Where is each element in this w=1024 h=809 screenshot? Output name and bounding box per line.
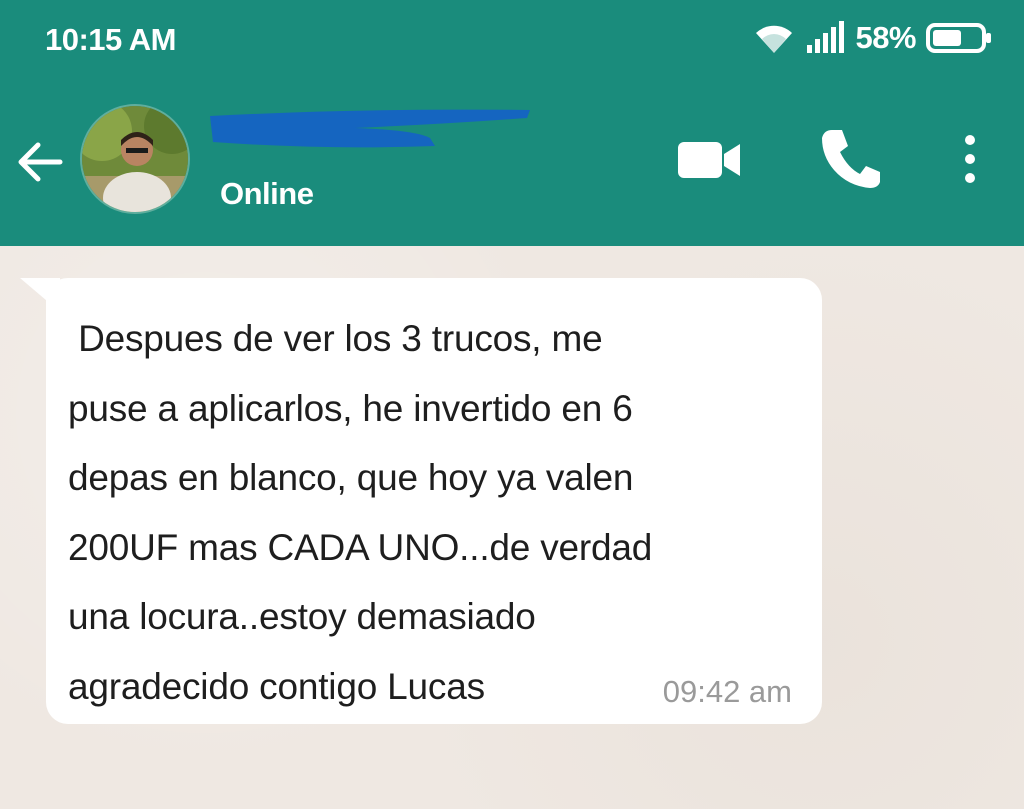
- chat-header: Online: [0, 80, 1024, 246]
- signal-icon: [807, 21, 845, 53]
- contact-name-redaction: [210, 109, 530, 148]
- battery-icon: [926, 23, 991, 53]
- status-bar: 10:15 AM 58%: [0, 0, 1024, 80]
- message-timestamp: 09:42 am: [662, 674, 792, 709]
- status-time: 10:15 AM: [45, 22, 176, 57]
- message-text: Despues de ver los 3 trucos, me puse a a…: [68, 318, 653, 707]
- phone-icon[interactable]: [818, 126, 882, 192]
- status-icons: 58%: [753, 20, 992, 56]
- incoming-message-bubble[interactable]: Despues de ver los 3 trucos, me puse a a…: [20, 278, 822, 724]
- back-arrow-icon[interactable]: [12, 135, 66, 189]
- contact-status: Online: [220, 176, 314, 211]
- contact-avatar[interactable]: [80, 104, 190, 214]
- avatar-photo: [82, 106, 188, 212]
- video-call-icon[interactable]: [674, 132, 744, 188]
- chat-area[interactable]: Despues de ver los 3 trucos, me puse a a…: [0, 246, 1024, 809]
- wifi-icon: [756, 25, 793, 53]
- bubble-tail: [20, 278, 60, 312]
- more-vert-icon[interactable]: [950, 130, 990, 190]
- battery-percent: 58%: [855, 20, 916, 55]
